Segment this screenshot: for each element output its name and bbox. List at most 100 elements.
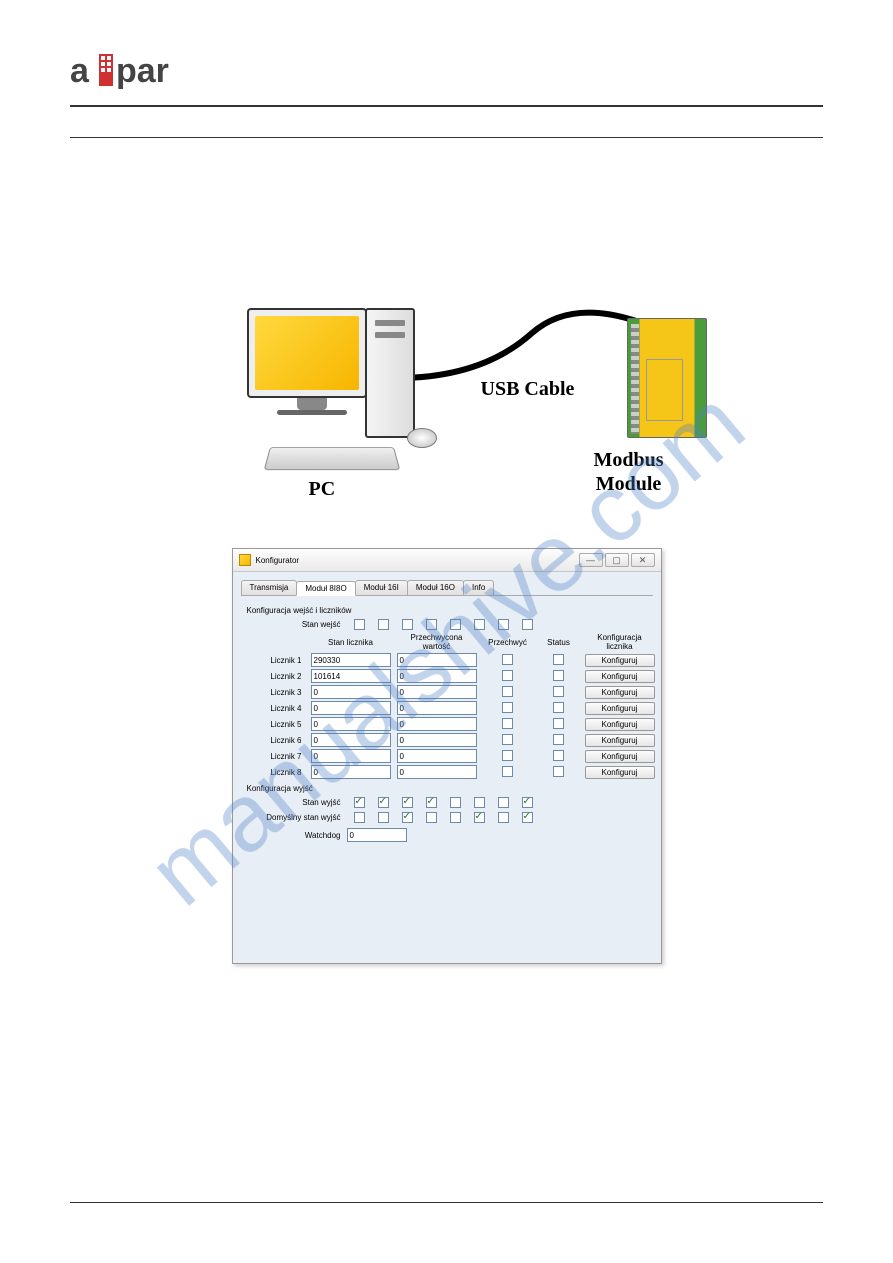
dom-stan-chk-6[interactable] (474, 812, 485, 823)
stan-wyjsc-chk-6[interactable] (474, 797, 485, 808)
tab-info[interactable]: Info (463, 580, 494, 595)
counter-capture-chk-8[interactable] (502, 766, 513, 777)
modbus-label-line1: Modbus (594, 449, 664, 471)
window-titlebar: Konfigurator — ▢ ✕ (233, 549, 661, 572)
minimize-button[interactable]: — (579, 553, 603, 567)
tab-modul-16o[interactable]: Moduł 16O (407, 580, 464, 595)
counter-label: Licznik 2 (245, 672, 305, 681)
stan-wyjsc-chk-3[interactable] (402, 797, 413, 808)
counter-row-8: Licznik 800Konfiguruj (241, 764, 653, 780)
dom-stan-chk-5[interactable] (450, 812, 461, 823)
counter-stan-input[interactable]: 101614 (311, 669, 391, 683)
counter-row-6: Licznik 6 00 Konfiguruj (241, 732, 653, 748)
counter-status-chk-1[interactable] (553, 654, 564, 665)
counter-stan-input[interactable]: 0 (311, 765, 391, 779)
modbus-module-label: Modbus Module (594, 448, 664, 496)
counter-label: Licznik 5 (245, 720, 305, 729)
dom-stan-chk-7[interactable] (498, 812, 509, 823)
stan-wyjsc-chk-4[interactable] (426, 797, 437, 808)
counter-stan-input[interactable]: 0 (311, 685, 391, 699)
stan-wejsc-chk-4[interactable] (426, 619, 437, 630)
connection-diagram: PC USB Cable Modbus Module (97, 288, 797, 538)
counter-captured-input[interactable]: 0 (397, 701, 477, 715)
maximize-button[interactable]: ▢ (605, 553, 629, 567)
counter-captured-input[interactable]: 0 (397, 749, 477, 763)
stan-wejsc-chk-6[interactable] (474, 619, 485, 630)
stan-wyjsc-chk-5[interactable] (450, 797, 461, 808)
watchdog-label: Watchdog (241, 831, 341, 840)
counter-stan-input[interactable]: 0 (311, 701, 391, 715)
counter-stan-input[interactable]: 0 (311, 717, 391, 731)
dom-stan-chk-8[interactable] (522, 812, 533, 823)
counter-config-button[interactable]: Konfiguruj (585, 718, 655, 731)
counter-capture-chk-5[interactable] (502, 718, 513, 729)
counter-captured-input[interactable]: 0 (397, 669, 477, 683)
tab-transmisja[interactable]: Transmisja (241, 580, 298, 595)
window-body: Transmisja Moduł 8I8O Moduł 16I Moduł 16… (233, 572, 661, 963)
pc-label: PC (309, 478, 336, 501)
counter-capture-chk-3[interactable] (502, 686, 513, 697)
counter-capture-chk-2[interactable] (502, 670, 513, 681)
counter-label: Licznik 4 (245, 704, 305, 713)
counter-label: Licznik 1 (245, 656, 305, 665)
stan-wejsc-chk-5[interactable] (450, 619, 461, 630)
counter-status-chk-4[interactable] (553, 702, 564, 713)
counter-capture-chk-1[interactable] (502, 654, 513, 665)
dom-stan-chk-4[interactable] (426, 812, 437, 823)
counter-config-button[interactable]: Konfiguruj (585, 670, 655, 683)
counter-label: Licznik 3 (245, 688, 305, 697)
dom-stan-chk-1[interactable] (354, 812, 365, 823)
counter-status-chk-8[interactable] (553, 766, 564, 777)
counter-stan-input[interactable]: 0 (311, 733, 391, 747)
watchdog-input[interactable]: 0 (347, 828, 407, 842)
stan-wyjsc-chk-8[interactable] (522, 797, 533, 808)
counter-config-button[interactable]: Konfiguruj (585, 702, 655, 715)
divider-sub (70, 137, 823, 138)
usb-cable-graphic (392, 303, 652, 383)
keyboard-graphic (263, 447, 400, 470)
counter-config-button[interactable]: Konfiguruj (585, 750, 655, 763)
counter-status-chk-2[interactable] (553, 670, 564, 681)
counter-captured-input[interactable]: 0 (397, 765, 477, 779)
counter-stan-input[interactable]: 0 (311, 749, 391, 763)
stan-wyjsc-row: Stan wyjść (241, 795, 653, 810)
window-title: Konfigurator (256, 556, 300, 565)
counter-stan-input[interactable]: 290330 (311, 653, 391, 667)
counter-config-button[interactable]: Konfiguruj (585, 686, 655, 699)
section-outputs-label: Konfiguracja wyjść (241, 780, 653, 795)
counter-label: Licznik 7 (245, 752, 305, 761)
counter-capture-chk-6[interactable] (502, 734, 513, 745)
counter-capture-chk-4[interactable] (502, 702, 513, 713)
counter-captured-input[interactable]: 0 (397, 733, 477, 747)
stan-wyjsc-chk-7[interactable] (498, 797, 509, 808)
stan-wejsc-chk-2[interactable] (378, 619, 389, 630)
counter-row-7: Licznik 7 00 Konfiguruj (241, 748, 653, 764)
pc-monitor-graphic (247, 308, 377, 418)
close-button[interactable]: ✕ (631, 553, 655, 567)
counter-header-row: Stan licznika Przechwycona wartość Przec… (241, 632, 653, 652)
tab-modul-16i[interactable]: Moduł 16I (355, 580, 408, 595)
counter-captured-input[interactable]: 0 (397, 685, 477, 699)
modbus-module-graphic (627, 318, 707, 438)
stan-wyjsc-chk-2[interactable] (378, 797, 389, 808)
stan-wejsc-chk-8[interactable] (522, 619, 533, 630)
counter-status-chk-6[interactable] (553, 734, 564, 745)
counter-config-button[interactable]: Konfiguruj (585, 734, 655, 747)
counter-captured-input[interactable]: 0 (397, 653, 477, 667)
stan-wejsc-chk-1[interactable] (354, 619, 365, 630)
stan-wejsc-chk-3[interactable] (402, 619, 413, 630)
tab-modul-8i8o[interactable]: Moduł 8I8O (296, 581, 355, 596)
dom-stan-chk-3[interactable] (402, 812, 413, 823)
counter-status-chk-5[interactable] (553, 718, 564, 729)
stan-wyjsc-chk-1[interactable] (354, 797, 365, 808)
counter-captured-input[interactable]: 0 (397, 717, 477, 731)
counter-status-chk-3[interactable] (553, 686, 564, 697)
counter-config-button[interactable]: Konfiguruj (585, 766, 655, 779)
dom-stan-chk-2[interactable] (378, 812, 389, 823)
counter-status-chk-7[interactable] (553, 750, 564, 761)
stan-wyjsc-label: Stan wyjść (241, 798, 341, 807)
stan-wejsc-chk-7[interactable] (498, 619, 509, 630)
counter-capture-chk-7[interactable] (502, 750, 513, 761)
counter-config-button[interactable]: Konfiguruj (585, 654, 655, 667)
counter-label: Licznik 6 (245, 736, 305, 745)
